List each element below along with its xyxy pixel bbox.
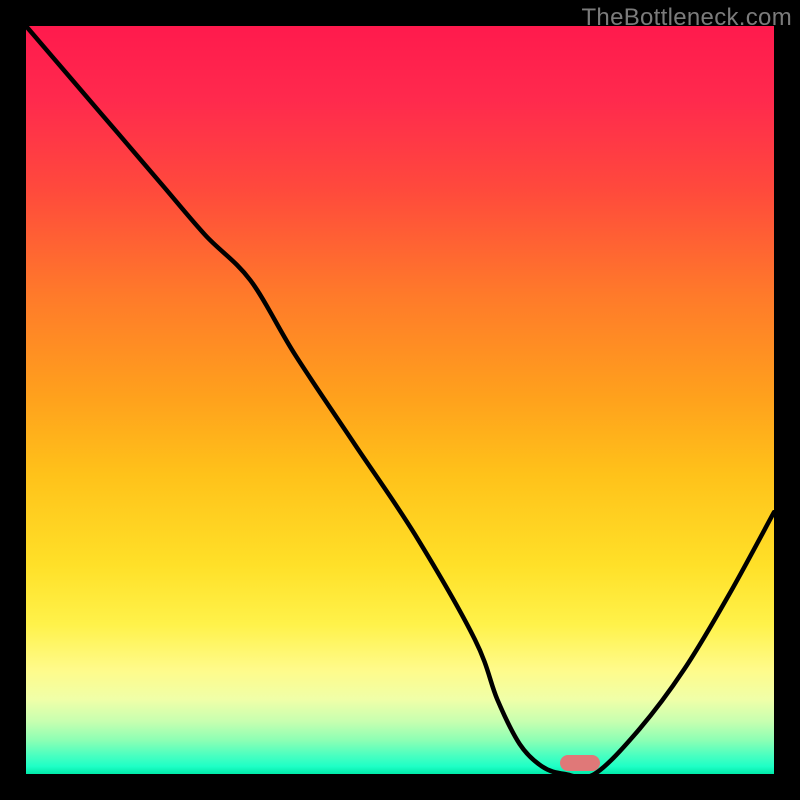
chart-line-svg (26, 26, 774, 774)
bottleneck-curve-path (26, 26, 774, 774)
watermark-text: TheBottleneck.com (581, 4, 792, 32)
chart-plot-area (26, 26, 774, 774)
optimal-point-marker (560, 755, 600, 771)
chart-frame: TheBottleneck.com (0, 0, 800, 800)
